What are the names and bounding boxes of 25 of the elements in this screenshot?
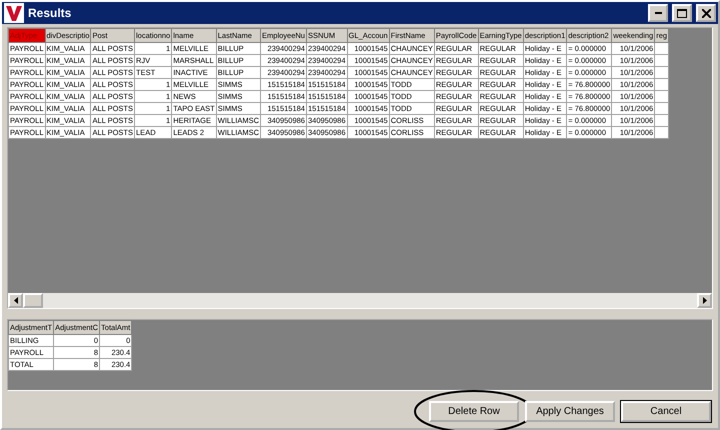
- scroll-right-button[interactable]: [697, 293, 712, 308]
- maximize-icon: [677, 8, 687, 18]
- close-button[interactable]: [696, 4, 716, 22]
- scroll-thumb[interactable]: [23, 293, 43, 308]
- maximize-button[interactable]: [672, 4, 692, 22]
- close-icon: [702, 8, 710, 18]
- dialog-button[interactable]: Delete Row: [429, 401, 519, 422]
- table-cell: [654, 54, 669, 66]
- table-cell: [654, 78, 669, 90]
- dialog-button[interactable]: Cancel: [621, 401, 711, 422]
- table-cell: [654, 42, 669, 54]
- left-arrow-icon: [14, 297, 18, 304]
- scroll-left-button[interactable]: [8, 293, 23, 308]
- table-cell: [654, 126, 669, 138]
- right-arrow-icon: [702, 297, 706, 304]
- horizontal-scrollbar[interactable]: [8, 293, 712, 308]
- minimize-button[interactable]: [648, 4, 668, 22]
- table-cell: [654, 66, 669, 78]
- window-title: Results: [28, 6, 72, 20]
- table-cell: [654, 102, 669, 114]
- dialog-button[interactable]: Apply Changes: [525, 401, 615, 422]
- table-cell: [654, 90, 669, 102]
- app-logo-icon: [4, 3, 24, 23]
- table-cell: [654, 114, 669, 126]
- minimize-icon: [654, 12, 662, 14]
